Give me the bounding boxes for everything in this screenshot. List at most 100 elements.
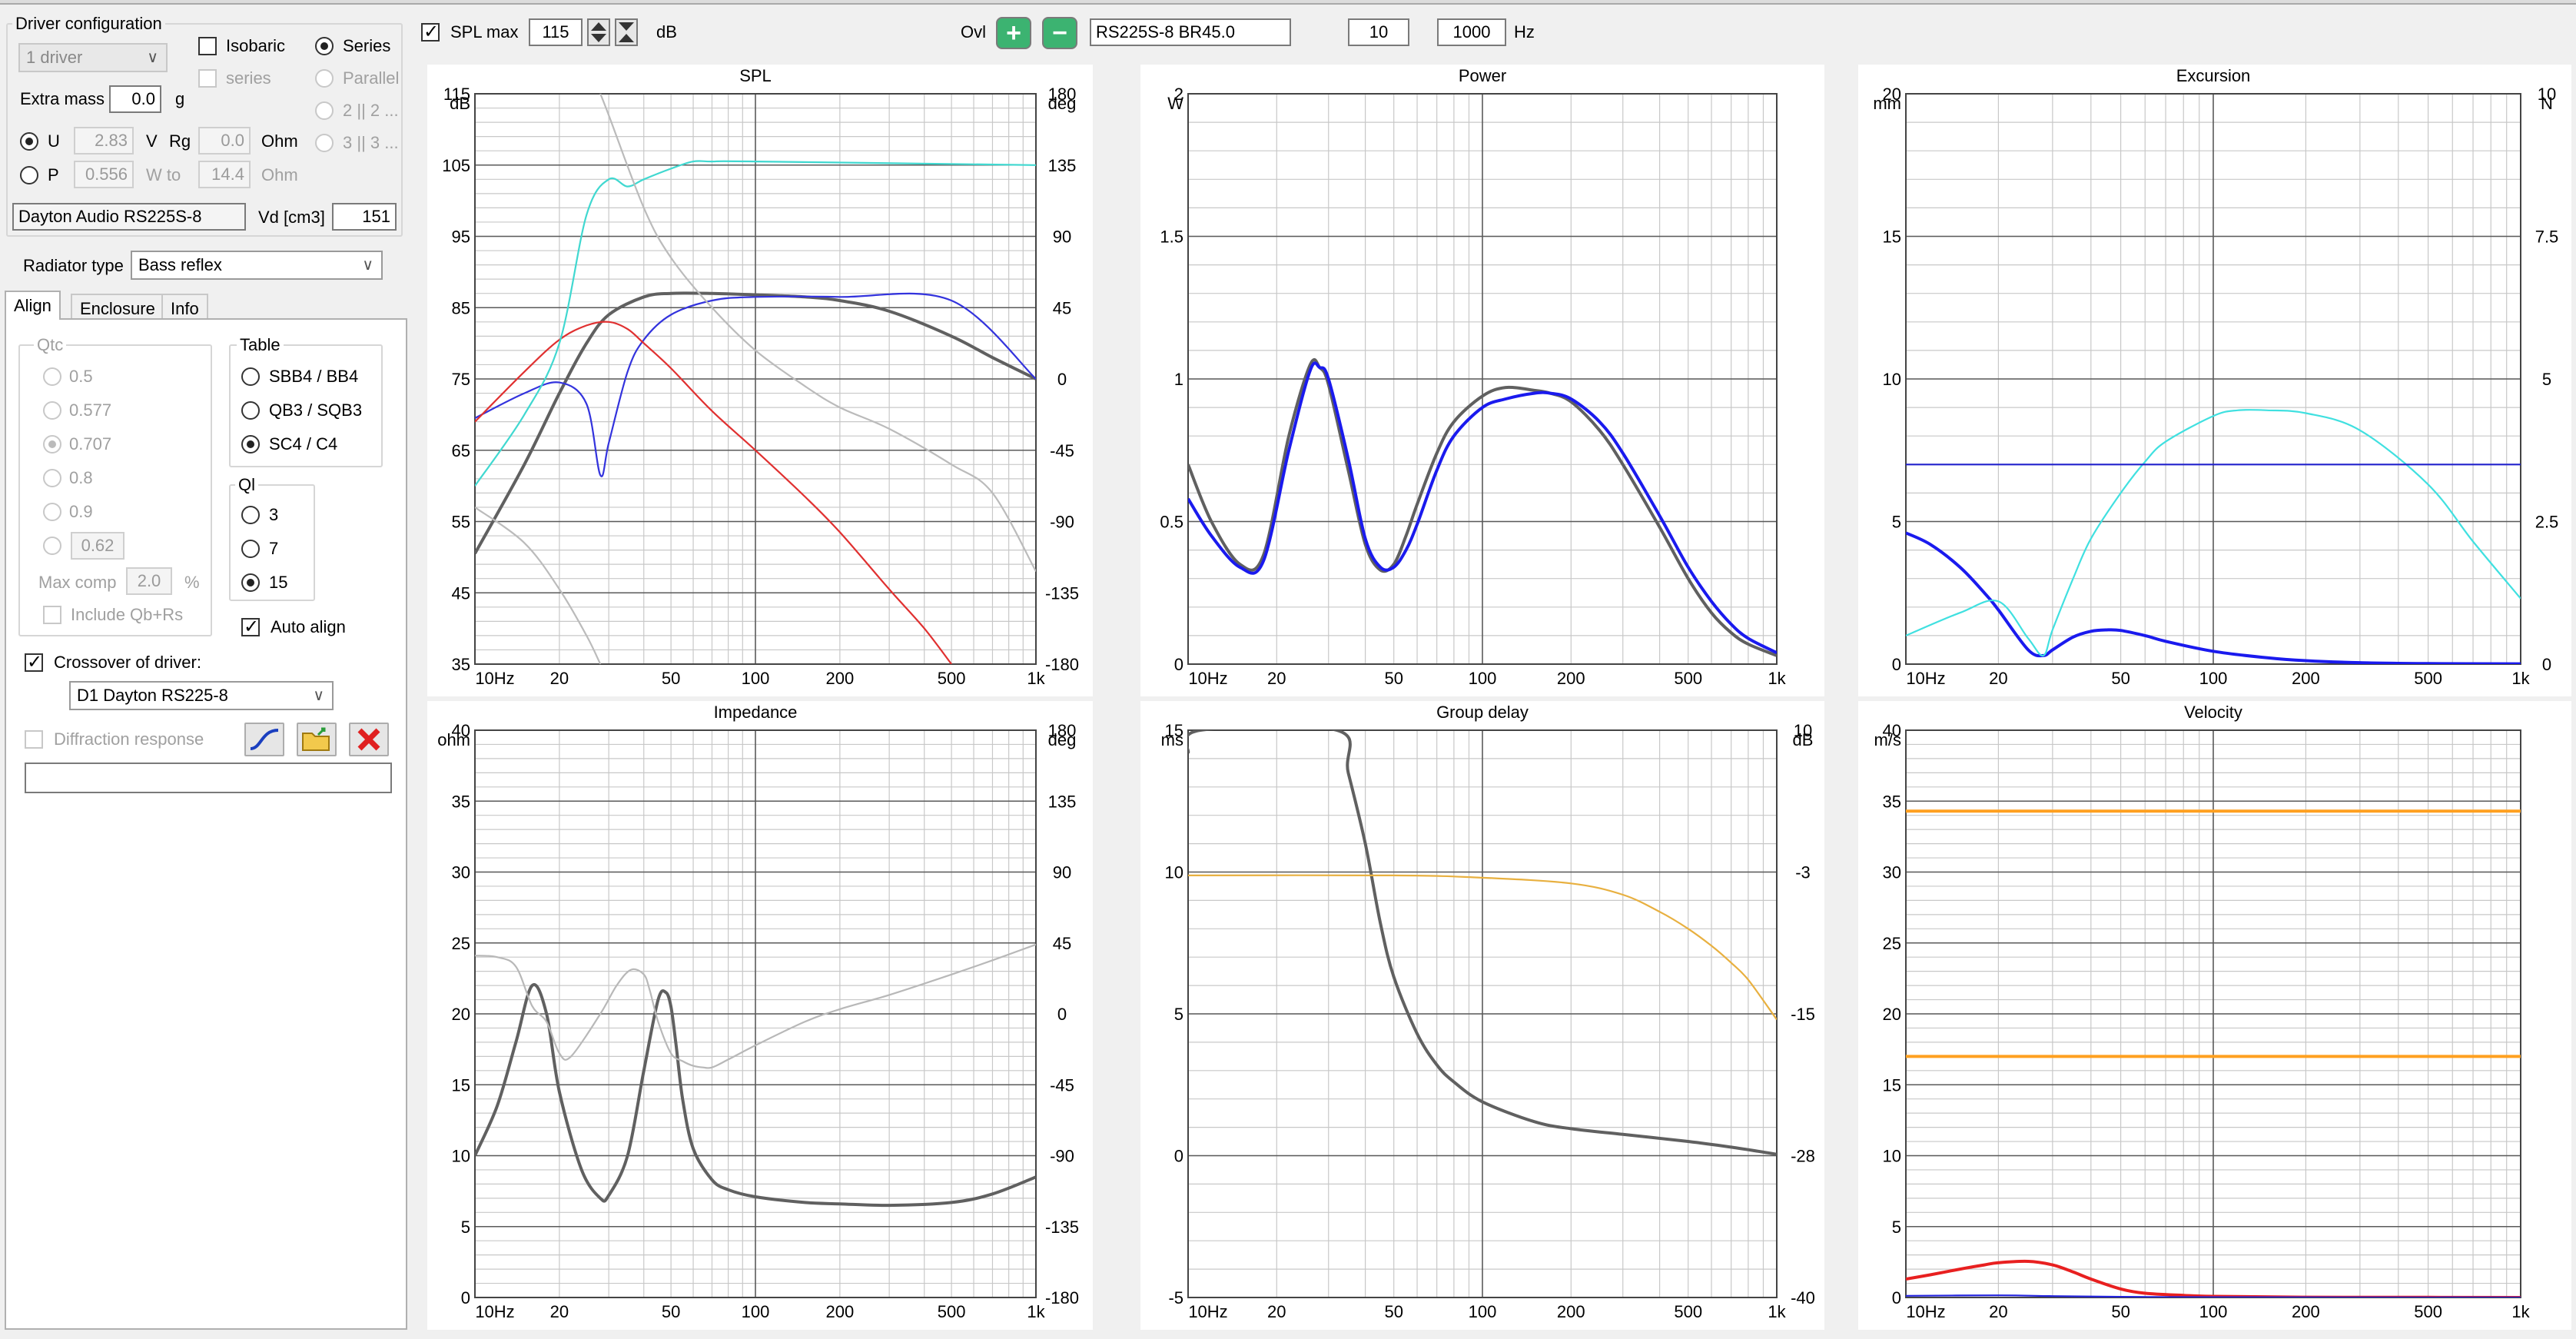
qtc-radio-0.5[interactable] xyxy=(43,367,61,386)
driver-count-select[interactable]: 1 driver ∨ xyxy=(18,43,168,72)
p-unit: W to xyxy=(146,165,181,184)
y-tick-label: 5 xyxy=(1892,513,1901,532)
spl-max-spin-up-down[interactable] xyxy=(587,18,610,46)
ql-option-7: 7 xyxy=(269,539,279,558)
ql-option-15: 15 xyxy=(269,573,288,592)
extra-mass-unit: g xyxy=(175,89,185,108)
y2-tick-label: -180 xyxy=(1045,1288,1079,1307)
rg-label: Rg xyxy=(169,131,191,151)
qtc-radio-0.707[interactable] xyxy=(43,435,61,454)
y2-unit-label: N xyxy=(2541,94,2553,113)
driver-count-value: 1 driver xyxy=(26,48,83,67)
x-tick-label: 100 xyxy=(1469,1302,1497,1321)
curve-button[interactable] xyxy=(244,723,284,756)
y-tick-label: 25 xyxy=(1883,934,1901,953)
opt-22-radio[interactable] xyxy=(315,101,334,120)
tab-align[interactable]: Align xyxy=(5,291,61,320)
u-unit: V xyxy=(146,131,158,151)
y-tick-label: 0 xyxy=(1174,1147,1183,1166)
remove-overlay-button[interactable]: − xyxy=(1042,17,1077,49)
y2-tick-label: 0 xyxy=(1057,370,1067,389)
project-name-field[interactable]: RS225S-8 BR45.0 xyxy=(1090,18,1291,46)
y2-tick-label: -45 xyxy=(1050,1075,1074,1095)
parallel-radio[interactable] xyxy=(315,69,334,88)
folder-icon xyxy=(302,727,330,751)
chart-title: SPL xyxy=(739,66,772,85)
radiator-type-select[interactable]: Bass reflex ∨ xyxy=(131,251,383,280)
y-unit-label: W xyxy=(1167,94,1183,113)
qtc-radio-0.577[interactable] xyxy=(43,401,61,420)
extra-mass-input[interactable]: 0.0 xyxy=(109,85,161,113)
y-tick-label: 105 xyxy=(442,156,470,175)
qtc-radio-custom[interactable] xyxy=(43,537,61,555)
y-tick-label: 15 xyxy=(1883,1075,1901,1095)
driver-config-title: Driver configuration xyxy=(12,14,165,34)
rg-input[interactable]: 0.0 xyxy=(198,127,251,154)
freq-from-input[interactable]: 10 xyxy=(1348,18,1409,46)
y-tick-label: 10 xyxy=(1883,370,1901,389)
y-tick-label: 15 xyxy=(452,1075,470,1095)
qtc-title: Qtc xyxy=(34,335,67,355)
p-label: P xyxy=(48,165,59,184)
spl-max-input[interactable]: 115 xyxy=(529,18,583,46)
open-folder-button[interactable] xyxy=(297,723,337,756)
excursion-chart: Excursion 20 15 10 5 0 mm 10 7.5 5 2.5 0 N 10Hz 20 50 10… xyxy=(1858,65,2571,696)
y-tick-label: 35 xyxy=(452,655,470,674)
auto-align-checkbox[interactable] xyxy=(241,616,260,638)
p-input[interactable]: 0.556 xyxy=(74,161,134,188)
y-tick-label: 0 xyxy=(1892,1288,1901,1307)
table-option-sbb4: SBB4 / BB4 xyxy=(269,367,359,386)
spin-step-icon xyxy=(619,22,634,42)
driver-name-field[interactable]: Dayton Audio RS225S-8 xyxy=(12,203,246,231)
spl-max-spin-step[interactable] xyxy=(615,18,638,46)
diffraction-file-field[interactable] xyxy=(25,763,392,793)
include-qb-checkbox[interactable] xyxy=(43,606,61,624)
y2-tick-label: -180 xyxy=(1045,655,1079,674)
table-radio-sc4[interactable] xyxy=(241,435,260,454)
qtc-radio-0.8[interactable] xyxy=(43,469,61,487)
y-tick-label: 10 xyxy=(452,1147,470,1166)
spl-max-checkbox[interactable] xyxy=(421,22,440,43)
x-tick-label: 20 xyxy=(550,669,569,688)
qtc-custom-input[interactable]: 0.62 xyxy=(71,532,124,560)
x-tick-label: 200 xyxy=(1557,669,1585,688)
ql-radio-7[interactable] xyxy=(241,540,260,558)
chart-title: Excursion xyxy=(2176,66,2251,85)
u-input[interactable]: 2.83 xyxy=(74,127,134,154)
y-unit-label: dB xyxy=(450,94,470,113)
y-tick-label: 10 xyxy=(1883,1147,1901,1166)
p-radio[interactable] xyxy=(20,166,38,184)
opt-33-radio[interactable] xyxy=(315,134,334,152)
diffraction-checkbox[interactable] xyxy=(25,730,43,749)
series-radio[interactable] xyxy=(315,37,334,55)
y2-tick-label: -135 xyxy=(1045,1218,1079,1237)
table-radio-sbb4[interactable] xyxy=(241,367,260,386)
y2-unit-label: dB xyxy=(1793,730,1814,749)
y-tick-label: 15 xyxy=(1883,228,1901,247)
crossover-select[interactable]: D1 Dayton RS225-8 ∨ xyxy=(69,681,334,710)
qtc-radio-0.9[interactable] xyxy=(43,503,61,521)
series-sub-label: series xyxy=(226,68,271,88)
vd-input[interactable]: 151 xyxy=(332,203,397,231)
max-comp-input[interactable]: 2.0 xyxy=(126,567,172,595)
isobaric-checkbox[interactable] xyxy=(198,37,217,55)
freq-to-input[interactable]: 1000 xyxy=(1437,18,1506,46)
y2-tick-label: 45 xyxy=(1053,934,1071,953)
delete-button[interactable] xyxy=(349,723,389,756)
crossover-checkbox[interactable] xyxy=(25,652,43,673)
table-radio-qb3[interactable] xyxy=(241,401,260,420)
ql-radio-15[interactable] xyxy=(241,573,260,592)
p-ohm-input[interactable]: 14.4 xyxy=(198,161,251,188)
y-tick-label: 1 xyxy=(1174,370,1183,389)
ql-radio-3[interactable] xyxy=(241,506,260,524)
add-overlay-button[interactable]: + xyxy=(996,17,1031,49)
tab-info[interactable]: Info xyxy=(161,294,208,320)
y2-tick-label: -15 xyxy=(1791,1005,1815,1024)
y-tick-label: 85 xyxy=(452,298,470,317)
series-sub-checkbox[interactable] xyxy=(198,69,217,88)
tab-enclosure[interactable]: Enclosure xyxy=(71,294,164,320)
u-radio[interactable] xyxy=(20,132,38,151)
y-tick-label: 45 xyxy=(452,583,470,603)
chart-title: Velocity xyxy=(2184,703,2242,722)
vd-label: Vd [cm3] xyxy=(258,208,325,227)
